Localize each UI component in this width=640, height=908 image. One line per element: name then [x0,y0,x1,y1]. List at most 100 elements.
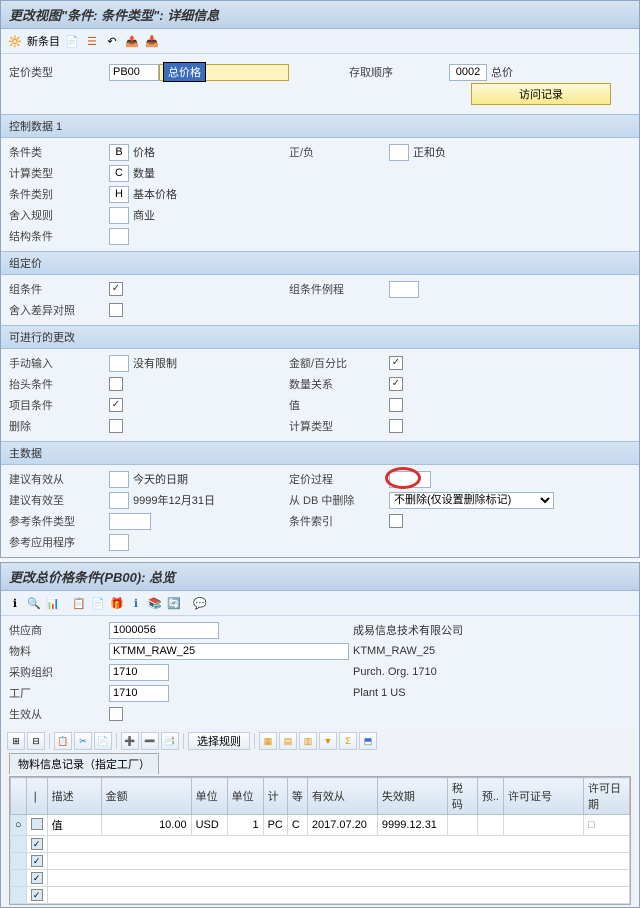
struct-input[interactable] [109,228,129,245]
toolbar2-top: ℹ 🔍 📊 📋 📄 🎁 ℹ 📚 🔄 💬 [1,591,639,616]
undo-icon[interactable]: ↶ [104,33,120,49]
ref-cond-input[interactable] [109,513,151,530]
grid3-icon[interactable]: ▥ [299,732,317,750]
pricing-proc-input[interactable] [389,471,431,488]
calc-type-code[interactable] [109,165,129,182]
col-license-date[interactable]: 许可日期 [584,778,630,815]
group-cond-label: 组条件 [9,281,109,297]
purch-org-label: 采购组织 [9,664,109,680]
expand-icon[interactable]: 🔆 [7,33,23,49]
section-group-header: 组定价 [1,251,639,275]
item-cond-check[interactable] [109,398,123,412]
grid2-icon[interactable]: ▤ [279,732,297,750]
delete-check[interactable] [109,419,123,433]
value-check[interactable] [389,398,403,412]
col-valid-to[interactable]: 失效期 [377,778,447,815]
table-row[interactable]: ✓ [11,836,630,853]
table-row[interactable]: ✓ [11,870,630,887]
valid-to-code[interactable] [109,492,129,509]
calc-type2-check[interactable] [389,419,403,433]
grid1-icon[interactable]: ▦ [259,732,277,750]
tree-icon[interactable]: 📊 [45,595,61,611]
sum-icon[interactable]: Σ [339,732,357,750]
cond-cat-code[interactable] [109,186,129,203]
valid-from2-label: 生效从 [9,706,109,722]
paste-icon[interactable]: 📄 [90,595,106,611]
db-delete-select[interactable]: 不删除(仅设置删除标记) [389,492,554,509]
list-icon[interactable]: ☰ [84,33,100,49]
col-unit2[interactable]: 单位 [227,778,263,815]
col-tax[interactable]: 税码 [447,778,477,815]
cond-class-text: 价格 [129,144,159,160]
ref-app-input[interactable] [109,534,129,551]
qty-rel-check[interactable] [389,377,403,391]
paste-row-icon[interactable]: 📄 [94,732,112,750]
insert-icon[interactable]: ➕ [121,732,139,750]
col-flag[interactable]: ❘ [26,778,47,815]
group-proc-input[interactable] [389,281,419,298]
table-row[interactable]: ✓ [11,853,630,870]
copy-icon[interactable]: 📄 [64,33,80,49]
table-row[interactable]: ○ 值 10.00 USD 1 PC C 2017.07.20 9999.12.… [11,815,630,836]
amount-check[interactable] [389,356,403,370]
round-diff-check[interactable] [109,303,123,317]
stack-icon[interactable]: 📚 [147,595,163,611]
vendor-code[interactable] [109,622,219,639]
row-check[interactable]: ✓ [31,872,43,884]
gift-icon[interactable]: 🎁 [109,595,125,611]
new-entry-label[interactable]: 新条目 [27,33,60,49]
group-cond-check[interactable] [109,282,123,296]
cond-class-code[interactable] [109,144,129,161]
row-check[interactable]: ✓ [31,855,43,867]
grid-toolbar: ⊞ ⊟ 📋 ✂ 📄 ➕ ➖ 📑 选择规则 ▦ ▤ ▥ ▼ Σ ⬒ [1,729,639,753]
select-all-icon[interactable]: ⊞ [7,732,25,750]
row-check[interactable] [31,818,43,830]
export-icon[interactable]: 📤 [124,33,140,49]
header-cond-check[interactable] [109,377,123,391]
valid-from-code[interactable] [109,471,129,488]
cut-icon[interactable]: ✂ [74,732,92,750]
row-check[interactable]: ✓ [31,889,43,901]
col-unit[interactable]: 单位 [191,778,227,815]
info2-icon[interactable]: ℹ [128,595,144,611]
visit-records-button[interactable]: 访问记录 [471,83,611,105]
manual-code[interactable] [109,355,129,372]
copy2-icon[interactable]: 📋 [71,595,87,611]
info-icon[interactable]: ℹ [7,595,23,611]
comment-icon[interactable]: 💬 [192,595,208,611]
select-rule-button[interactable]: 选择规则 [188,732,250,750]
access-seq-name: 总价 [487,64,517,80]
col-valid-from[interactable]: 有效从 [307,778,377,815]
table-row[interactable]: ✓ [11,887,630,904]
deselect-icon[interactable]: ⊟ [27,732,45,750]
row-check[interactable]: ✓ [31,838,43,850]
calc-type-label: 计算类型 [9,165,109,181]
search-icon[interactable]: 🔍 [26,595,42,611]
col-budget[interactable]: 预.. [477,778,503,815]
col-calc[interactable]: 计 [263,778,287,815]
valid-to-label: 建议有效至 [9,492,109,508]
delete-row-icon[interactable]: ➖ [141,732,159,750]
plant-code[interactable] [109,685,169,702]
col-license[interactable]: 许可证号 [504,778,584,815]
import-icon[interactable]: 📥 [144,33,160,49]
col-amount[interactable]: 金额 [101,778,191,815]
col-desc[interactable]: 描述 [47,778,101,815]
hier-icon[interactable]: ⬒ [359,732,377,750]
col-sel[interactable] [11,778,27,815]
material-code[interactable] [109,643,349,660]
copy-row-icon[interactable]: 📋 [54,732,72,750]
col-grade[interactable]: 等 [287,778,307,815]
pricing-type-label: 定价类型 [9,64,109,80]
filter-icon[interactable]: ▼ [319,732,337,750]
valid-from2-check[interactable] [109,707,123,721]
access-seq-code[interactable] [449,64,487,81]
duplicate-icon[interactable]: 📑 [161,732,179,750]
tab-material-info[interactable]: 物料信息记录（指定工厂） [9,753,159,774]
purch-org-code[interactable] [109,664,169,681]
plusminus-input[interactable] [389,144,409,161]
swap-icon[interactable]: 🔄 [166,595,182,611]
cond-index-check[interactable] [389,514,403,528]
pricing-type-code[interactable] [109,64,159,81]
rounding-code[interactable] [109,207,129,224]
